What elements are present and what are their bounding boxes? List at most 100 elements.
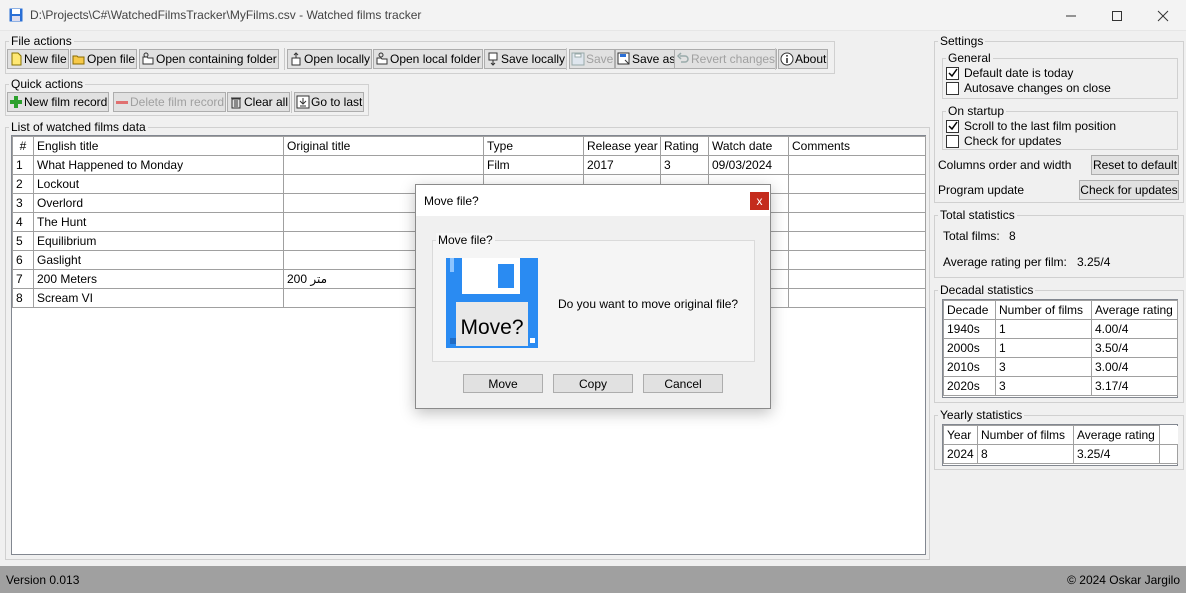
cell-number-of-films[interactable]: 1	[995, 338, 1092, 358]
cell-number[interactable]: 6	[12, 250, 34, 270]
reset-to-default-button[interactable]: Reset to default	[1091, 155, 1179, 175]
table-row[interactable]: 1940s 1 4.00/4	[943, 319, 1178, 339]
column-header-decade[interactable]: Decade	[943, 300, 996, 320]
cell-comments[interactable]	[788, 250, 926, 270]
about-label: About	[795, 52, 827, 66]
revert-changes-button[interactable]: Revert changes	[674, 49, 778, 69]
cell-comments[interactable]	[788, 269, 926, 289]
open-file-button[interactable]: Open file	[70, 49, 138, 69]
cell-number-of-films[interactable]: 3	[995, 357, 1092, 377]
open-local-folder-button[interactable]: Open local folder	[373, 49, 483, 69]
move-button[interactable]: Move	[463, 374, 543, 393]
cell-decade[interactable]: 1940s	[943, 319, 996, 339]
close-window-button[interactable]	[1140, 0, 1186, 31]
cell-average-rating[interactable]: 3.50/4	[1091, 338, 1178, 358]
cell-average-rating[interactable]: 4.00/4	[1091, 319, 1178, 339]
check-updates-checkbox[interactable]: Check for updates	[946, 134, 1061, 148]
save-button[interactable]: Save	[569, 49, 616, 69]
column-header-number[interactable]: #	[12, 136, 34, 156]
cell-number-of-films[interactable]: 1	[995, 319, 1092, 339]
scroll-to-last-checkbox[interactable]: Scroll to the last film position	[946, 119, 1116, 133]
open-locally-button[interactable]: Open locally	[287, 49, 373, 69]
dialog-close-button[interactable]: x	[750, 192, 769, 210]
floppy-disk-icon	[571, 52, 585, 66]
cell-average-rating[interactable]: 3.00/4	[1091, 357, 1178, 377]
cell-number[interactable]: 8	[12, 288, 34, 308]
clear-all-button[interactable]: Clear all	[227, 92, 291, 112]
cell-english-title[interactable]: Overlord	[33, 193, 284, 213]
cell-number-of-films[interactable]: 8	[977, 444, 1074, 464]
column-header-number-of-films[interactable]: Number of films	[995, 300, 1092, 320]
cell-decade[interactable]: 2020s	[943, 376, 996, 396]
cell-comments[interactable]	[788, 231, 926, 251]
cell-average-rating[interactable]: 3.25/4	[1073, 444, 1160, 464]
new-film-record-button[interactable]: New film record	[7, 92, 110, 112]
filler-cell	[1159, 444, 1178, 464]
check-for-updates-button[interactable]: Check for updates	[1079, 180, 1179, 200]
column-header-type[interactable]: Type	[483, 136, 584, 156]
table-row[interactable]: 2020s 3 3.17/4	[943, 376, 1178, 396]
column-header-number-of-films[interactable]: Number of films	[977, 425, 1074, 445]
default-date-checkbox[interactable]: Default date is today	[946, 66, 1073, 80]
cell-watch-date[interactable]: 09/03/2024	[708, 155, 789, 175]
column-header-watch-date[interactable]: Watch date	[708, 136, 789, 156]
delete-film-record-label: Delete film record	[130, 95, 225, 109]
yearly-statistics-grid[interactable]: Year Number of films Average rating 2024…	[942, 424, 1178, 466]
cell-comments[interactable]	[788, 155, 926, 175]
cell-english-title[interactable]: Equilibrium	[33, 231, 284, 251]
cell-release-year[interactable]: 2017	[583, 155, 661, 175]
cell-number-of-films[interactable]: 3	[995, 376, 1092, 396]
column-header-release-year[interactable]: Release year	[583, 136, 661, 156]
cell-english-title[interactable]: What Happened to Monday	[33, 155, 284, 175]
trash-icon	[229, 95, 243, 109]
cell-comments[interactable]	[788, 193, 926, 213]
cell-english-title[interactable]: Scream VI	[33, 288, 284, 308]
cell-decade[interactable]: 2010s	[943, 357, 996, 377]
save-locally-button[interactable]: Save locally	[484, 49, 568, 69]
cell-english-title[interactable]: The Hunt	[33, 212, 284, 232]
status-bar: Version 0.013 © 2024 Oskar Jargilo	[0, 566, 1186, 593]
column-header-comments[interactable]: Comments	[788, 136, 926, 156]
open-containing-folder-button[interactable]: Open containing folder	[139, 49, 279, 69]
cell-number[interactable]: 1	[12, 155, 34, 175]
autosave-checkbox[interactable]: Autosave changes on close	[946, 81, 1111, 95]
move-file-dialog: Move file? x Move file? Move? Do you wan…	[415, 184, 771, 409]
cancel-button[interactable]: Cancel	[643, 374, 723, 393]
cell-rating[interactable]: 3	[660, 155, 709, 175]
table-row[interactable]: 1 What Happened to Monday Film 2017 3 09…	[12, 155, 926, 175]
cell-original-title[interactable]	[283, 155, 484, 175]
column-header-original-title[interactable]: Original title	[283, 136, 484, 156]
cell-year[interactable]: 2024	[943, 444, 978, 464]
cell-comments[interactable]	[788, 212, 926, 232]
cell-comments[interactable]	[788, 288, 926, 308]
cell-number[interactable]: 5	[12, 231, 34, 251]
cell-number[interactable]: 4	[12, 212, 34, 232]
cell-english-title[interactable]: 200 Meters	[33, 269, 284, 289]
about-button[interactable]: About	[778, 49, 829, 69]
go-to-last-button[interactable]: Go to last	[294, 92, 365, 112]
column-header-average-rating[interactable]: Average rating	[1091, 300, 1178, 320]
minimize-button[interactable]	[1048, 0, 1094, 31]
table-row[interactable]: 2000s 1 3.50/4	[943, 338, 1178, 358]
cell-number[interactable]: 7	[12, 269, 34, 289]
cell-english-title[interactable]: Lockout	[33, 174, 284, 194]
table-row[interactable]: 2024 8 3.25/4	[943, 444, 1178, 464]
cell-average-rating[interactable]: 3.17/4	[1091, 376, 1178, 396]
delete-film-record-button[interactable]: Delete film record	[113, 92, 227, 112]
save-as-button[interactable]: Save as	[615, 49, 678, 69]
column-header-english-title[interactable]: English title	[33, 136, 284, 156]
table-row[interactable]: 2010s 3 3.00/4	[943, 357, 1178, 377]
copy-button[interactable]: Copy	[553, 374, 633, 393]
column-header-rating[interactable]: Rating	[660, 136, 709, 156]
cell-comments[interactable]	[788, 174, 926, 194]
column-header-average-rating[interactable]: Average rating	[1073, 425, 1160, 445]
cell-number[interactable]: 3	[12, 193, 34, 213]
new-file-button[interactable]: New file	[7, 49, 69, 69]
column-header-year[interactable]: Year	[943, 425, 978, 445]
cell-number[interactable]: 2	[12, 174, 34, 194]
maximize-button[interactable]	[1094, 0, 1140, 31]
cell-english-title[interactable]: Gaslight	[33, 250, 284, 270]
cell-type[interactable]: Film	[483, 155, 584, 175]
decadal-statistics-grid[interactable]: Decade Number of films Average rating 19…	[942, 299, 1178, 398]
cell-decade[interactable]: 2000s	[943, 338, 996, 358]
